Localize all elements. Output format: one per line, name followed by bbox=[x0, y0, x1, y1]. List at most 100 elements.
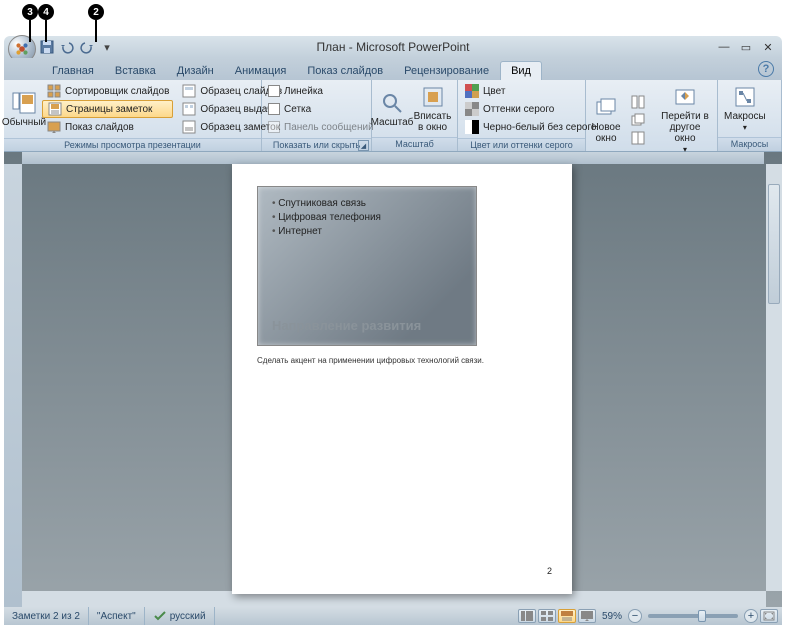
new-window-button[interactable]: Новое окно bbox=[588, 82, 624, 157]
tab-review[interactable]: Рецензирование bbox=[394, 62, 499, 80]
spellcheck-icon bbox=[153, 610, 167, 622]
zoom-button[interactable]: Масштаб bbox=[374, 82, 410, 135]
bullet: Цифровая телефония bbox=[272, 211, 462, 225]
grayscale-button[interactable]: Оттенки серого bbox=[460, 100, 600, 118]
tab-insert[interactable]: Вставка bbox=[105, 62, 166, 80]
ribbon: Обычный Сортировщик слайдов Страницы зам… bbox=[4, 80, 782, 152]
label: Сетка bbox=[284, 104, 311, 115]
scroll-thumb[interactable] bbox=[768, 184, 780, 304]
arrange-icon bbox=[631, 95, 645, 109]
zoom-slider[interactable] bbox=[648, 614, 738, 618]
magnifier-icon bbox=[381, 92, 403, 114]
callout-line bbox=[95, 20, 97, 42]
status-slide-info[interactable]: Заметки 2 из 2 bbox=[4, 607, 89, 625]
checkbox-icon bbox=[268, 121, 280, 133]
notes-text[interactable]: Сделать акцент на применении цифровых те… bbox=[257, 356, 547, 365]
slideshow-icon bbox=[47, 120, 61, 134]
normal-view-statusbtn[interactable] bbox=[518, 609, 536, 623]
split-button[interactable] bbox=[626, 129, 653, 147]
slide-title: Направление развития bbox=[272, 318, 421, 333]
normal-view-icon bbox=[12, 91, 36, 115]
slideshow-statusbtn[interactable] bbox=[578, 609, 596, 623]
notes-page[interactable]: Спутниковая связь Цифровая телефония Инт… bbox=[232, 164, 572, 594]
callout-2: 2 bbox=[88, 4, 104, 20]
bullet: Интернет bbox=[272, 225, 462, 239]
zoom-level[interactable]: 59% bbox=[602, 611, 622, 622]
redo-button[interactable] bbox=[78, 38, 96, 56]
new-window-icon bbox=[595, 97, 617, 119]
save-icon bbox=[40, 40, 54, 54]
slide-sorter-button[interactable]: Сортировщик слайдов bbox=[42, 82, 173, 100]
status-theme[interactable]: "Аспект" bbox=[89, 607, 145, 625]
group-macros: Макросы▾ Макросы bbox=[718, 80, 782, 151]
fit-icon bbox=[422, 86, 444, 108]
gray-icon bbox=[465, 102, 479, 116]
fit-icon bbox=[763, 611, 775, 621]
label: Макросы bbox=[724, 111, 766, 122]
scrollbar-vertical[interactable] bbox=[766, 164, 782, 591]
ruler-horizontal[interactable] bbox=[22, 152, 764, 164]
color-button[interactable]: Цвет bbox=[460, 82, 600, 100]
slideshow-view-button[interactable]: Показ слайдов bbox=[42, 118, 173, 136]
qat-more[interactable]: ▾ bbox=[98, 38, 116, 56]
sorter-icon bbox=[541, 611, 553, 621]
tab-design[interactable]: Дизайн bbox=[167, 62, 224, 80]
window-buttons: — ▭ ✕ bbox=[716, 40, 776, 54]
normal-icon bbox=[521, 611, 533, 621]
arrange-button[interactable] bbox=[626, 93, 653, 111]
dialog-launcher[interactable]: ◢ bbox=[358, 140, 369, 151]
split-icon bbox=[631, 131, 645, 145]
ruler-vertical[interactable] bbox=[4, 164, 22, 607]
macros-button[interactable]: Макросы▾ bbox=[720, 82, 770, 135]
ruler-checkbox[interactable]: Линейка bbox=[264, 82, 378, 100]
messagebar-checkbox[interactable]: Панель сообщений bbox=[264, 118, 378, 136]
ribbon-tabs: Главная Вставка Дизайн Анимация Показ сл… bbox=[4, 58, 782, 80]
notes-page-button[interactable]: Страницы заметок bbox=[42, 100, 173, 118]
undo-button[interactable] bbox=[58, 38, 76, 56]
fit-window-button[interactable]: Вписать в окно bbox=[410, 82, 455, 135]
label: Сортировщик слайдов bbox=[65, 86, 169, 97]
tab-home[interactable]: Главная bbox=[42, 62, 104, 80]
undo-icon bbox=[60, 40, 74, 54]
sorter-view-statusbtn[interactable] bbox=[538, 609, 556, 623]
label: Черно-белый без серого bbox=[483, 122, 596, 133]
label: Панель сообщений bbox=[284, 122, 374, 133]
tab-slideshow[interactable]: Показ слайдов bbox=[297, 62, 393, 80]
status-language[interactable]: русский bbox=[145, 607, 215, 625]
cascade-button[interactable] bbox=[626, 111, 653, 129]
redo-icon bbox=[80, 40, 94, 54]
notes-view-statusbtn[interactable] bbox=[558, 609, 576, 623]
switch-icon bbox=[674, 86, 696, 108]
zoom-knob[interactable] bbox=[698, 610, 706, 622]
tab-animation[interactable]: Анимация bbox=[225, 62, 297, 80]
slide-thumbnail[interactable]: Спутниковая связь Цифровая телефония Инт… bbox=[257, 186, 477, 346]
zoom-in-button[interactable]: + bbox=[744, 609, 758, 623]
callout-line bbox=[45, 20, 47, 42]
page-number: 2 bbox=[547, 566, 552, 576]
normal-view-button[interactable]: Обычный bbox=[6, 82, 42, 136]
fit-statusbtn[interactable] bbox=[760, 609, 778, 623]
handout-icon bbox=[182, 102, 196, 116]
switch-window-button[interactable]: Перейти в другое окно▾ bbox=[655, 82, 715, 157]
close-button[interactable]: ✕ bbox=[760, 40, 776, 54]
restore-button[interactable]: ▭ bbox=[738, 40, 754, 54]
help-icon[interactable]: ? bbox=[758, 61, 774, 77]
color-icon bbox=[465, 84, 479, 98]
zoom-out-button[interactable]: − bbox=[628, 609, 642, 623]
grid-checkbox[interactable]: Сетка bbox=[264, 100, 378, 118]
label: Вписать в окно bbox=[414, 111, 452, 133]
save-button[interactable] bbox=[38, 38, 56, 56]
minimize-button[interactable]: — bbox=[716, 40, 732, 54]
group-label: Цвет или оттенки серого bbox=[458, 138, 585, 151]
label: Линейка bbox=[284, 86, 323, 97]
workspace: Спутниковая связь Цифровая телефония Инт… bbox=[4, 152, 782, 607]
bw-button[interactable]: Черно-белый без серого bbox=[460, 118, 600, 136]
tab-view[interactable]: Вид bbox=[500, 61, 542, 80]
present-icon bbox=[581, 611, 593, 621]
group-label: Масштаб bbox=[372, 137, 457, 151]
office-logo-icon bbox=[15, 42, 29, 56]
macros-icon bbox=[734, 86, 756, 108]
notes-master-icon bbox=[182, 120, 196, 134]
callout-3: 3 bbox=[22, 4, 38, 20]
cascade-icon bbox=[631, 113, 645, 127]
